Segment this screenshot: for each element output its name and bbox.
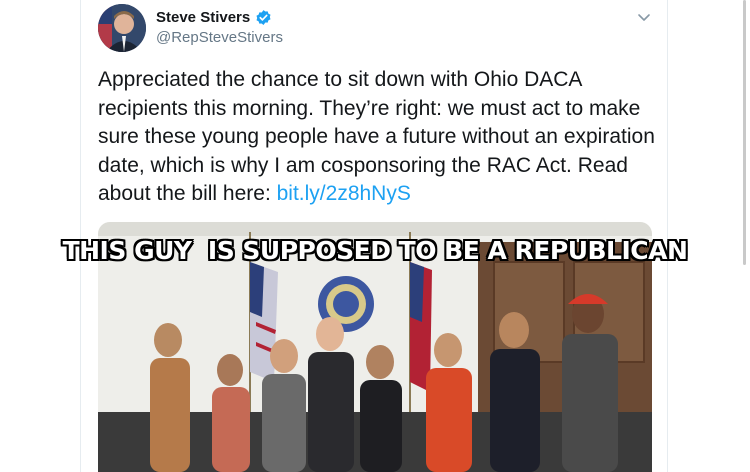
chevron-down-icon[interactable]	[637, 10, 651, 21]
verified-badge-icon	[255, 9, 272, 26]
author-name-row[interactable]: Steve Stivers	[156, 9, 272, 26]
scrollbar[interactable]	[743, 0, 746, 265]
author-handle[interactable]: @RepSteveStivers	[156, 29, 283, 46]
meme-caption: THIS GUY IS SUPPOSED TO BE A REPUBLICAN	[62, 236, 688, 265]
tweet-link[interactable]: bit.ly/2z8hNyS	[277, 182, 411, 205]
author-name[interactable]: Steve Stivers	[156, 9, 250, 26]
tweet-text: Appreciated the chance to sit down with …	[98, 66, 658, 209]
avatar[interactable]	[98, 4, 146, 52]
